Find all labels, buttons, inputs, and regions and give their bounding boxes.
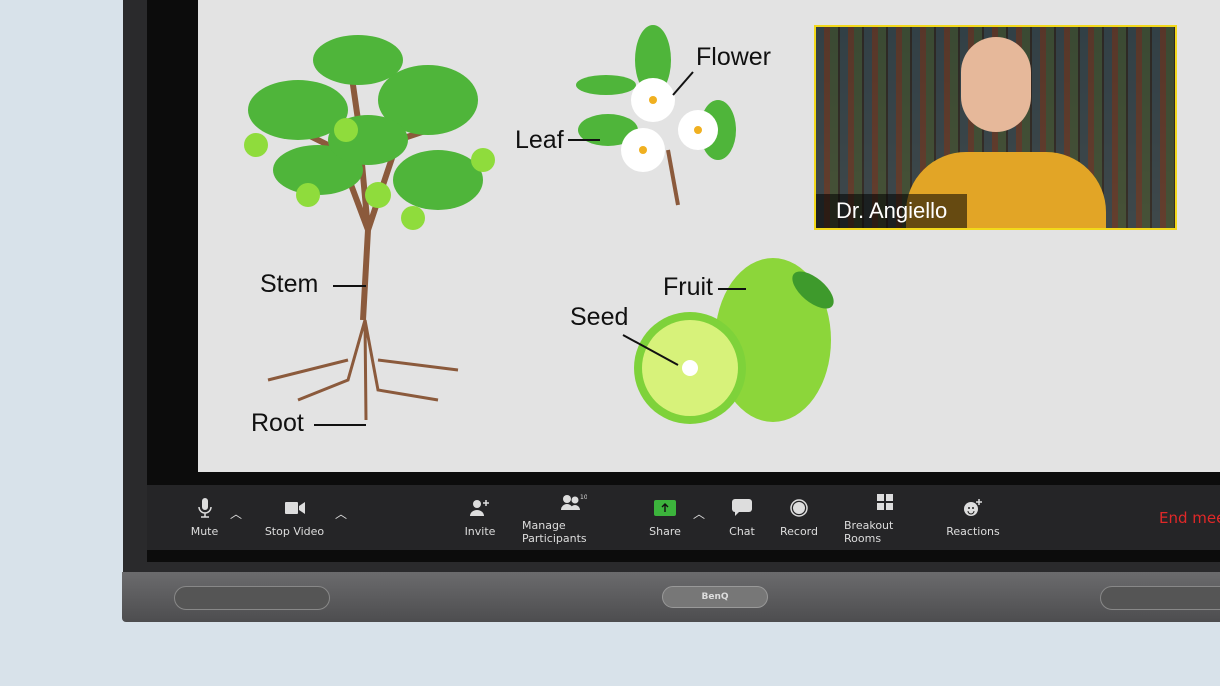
label-leaf: Leaf (515, 126, 564, 154)
display-base: BenQ (122, 572, 1220, 622)
mute-label: Mute (190, 525, 219, 538)
record-button[interactable]: Record (779, 485, 819, 550)
participants-icon: 10 (561, 491, 587, 513)
invite-button[interactable]: Invite (462, 485, 498, 550)
chat-button[interactable]: Chat (729, 485, 755, 550)
breakout-rooms-label: Breakout Rooms (844, 518, 894, 545)
reactions-button[interactable]: Reactions (946, 485, 1000, 550)
participant-name: Dr. Angiello (816, 194, 968, 228)
meeting-toolbar: Mute ︿ Stop Video ︿ Invite 10 Manage Par… (147, 485, 1220, 550)
control-buttons-panel[interactable] (1100, 586, 1220, 610)
add-person-icon (470, 497, 490, 519)
stop-video-button[interactable]: Stop Video (262, 485, 327, 550)
end-meeting-button[interactable]: End mee (1159, 509, 1220, 527)
record-label: Record (779, 525, 818, 538)
share-button[interactable]: Share (649, 485, 681, 550)
breakout-rooms-grid-icon (877, 491, 893, 513)
manage-participants-button[interactable]: 10 Manage Participants (522, 485, 626, 550)
chat-label: Chat (729, 525, 755, 538)
stop-video-label: Stop Video (264, 525, 325, 538)
share-screen-icon (654, 497, 676, 519)
manage-participants-label: Manage Participants (522, 518, 587, 545)
breakout-rooms-button[interactable]: Breakout Rooms (844, 485, 926, 550)
share-label: Share (649, 525, 681, 538)
smiley-plus-icon (963, 497, 983, 519)
participant-count: 10 (580, 494, 587, 501)
share-options-chevron-up-icon[interactable]: ︿ (693, 505, 705, 522)
label-flower: Flower (696, 43, 772, 71)
microphone-icon (197, 497, 212, 519)
record-icon (790, 497, 808, 519)
reactions-label: Reactions (946, 525, 1000, 538)
mute-button[interactable]: Mute (187, 485, 222, 550)
invite-label: Invite (464, 525, 496, 538)
io-ports-panel (174, 586, 330, 610)
chat-bubble-icon (732, 497, 752, 519)
label-fruit: Fruit (663, 273, 713, 301)
video-options-chevron-up-icon[interactable]: ︿ (335, 505, 347, 522)
label-stem: Stem (260, 270, 319, 298)
video-camera-icon (284, 497, 305, 519)
benq-logo: BenQ (662, 586, 768, 608)
audio-options-chevron-up-icon[interactable]: ︿ (230, 505, 242, 522)
label-seed: Seed (570, 303, 629, 331)
label-root: Root (251, 409, 304, 437)
participant-video[interactable]: Dr. Angiello (814, 25, 1177, 230)
